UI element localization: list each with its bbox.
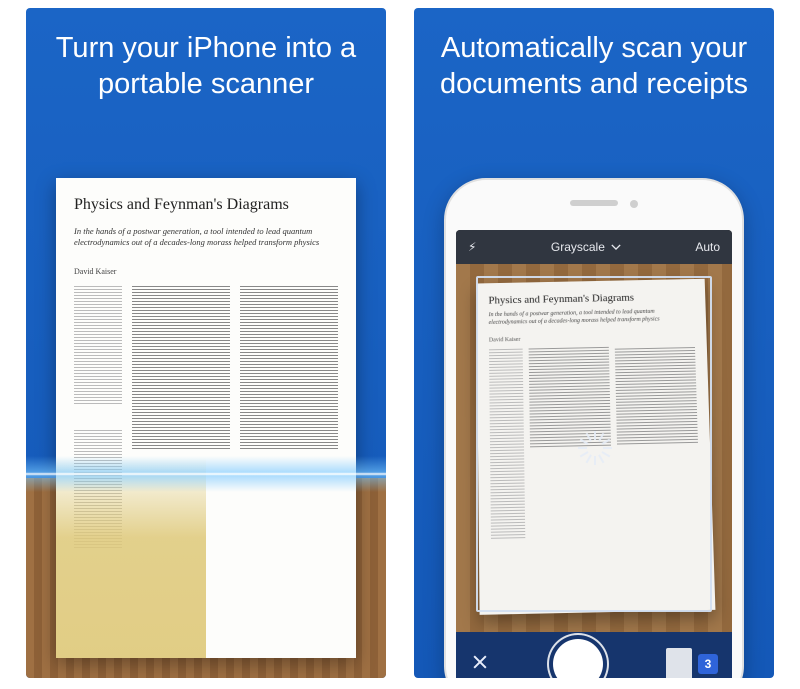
vf-doc-lede: In the hands of a postwar generation, a … bbox=[489, 308, 695, 327]
doc-title: Physics and Feynman's Diagrams bbox=[74, 196, 338, 214]
color-mode-label: Grayscale bbox=[551, 240, 605, 254]
headline-1: Turn your iPhone into a portable scanner bbox=[26, 8, 386, 121]
doc-lede: In the hands of a postwar generation, a … bbox=[74, 226, 338, 249]
phone-speaker bbox=[570, 200, 618, 206]
phone-screen: ⚡︎ Grayscale Auto Physics and Feynman's … bbox=[456, 230, 732, 678]
scanned-page: Physics and Feynman's Diagrams In the ha… bbox=[56, 178, 356, 658]
color-mode-selector[interactable]: Grayscale bbox=[551, 240, 621, 254]
phone-front-camera bbox=[630, 200, 638, 208]
shutter-button[interactable] bbox=[553, 639, 603, 678]
doc-byline: David Kaiser bbox=[74, 267, 338, 276]
vf-doc-title: Physics and Feynman's Diagrams bbox=[488, 291, 693, 307]
promo-slide-1: Turn your iPhone into a portable scanner… bbox=[26, 8, 386, 678]
chevron-down-icon bbox=[611, 244, 621, 250]
scan-stack-button[interactable]: 3 bbox=[666, 648, 718, 678]
scanner-top-bar: ⚡︎ Grayscale Auto bbox=[456, 230, 732, 264]
last-scan-thumbnail bbox=[666, 648, 692, 678]
auto-capture-toggle[interactable]: Auto bbox=[695, 240, 720, 254]
scanner-bottom-bar: 3 bbox=[456, 632, 732, 678]
camera-viewfinder: Physics and Feynman's Diagrams In the ha… bbox=[456, 264, 732, 632]
iphone-frame: ⚡︎ Grayscale Auto Physics and Feynman's … bbox=[444, 178, 744, 678]
loading-spinner-icon bbox=[577, 431, 611, 465]
flash-toggle[interactable]: ⚡︎ bbox=[468, 240, 476, 254]
headline-2: Automatically scan your documents and re… bbox=[414, 8, 774, 121]
promo-slide-2: Automatically scan your documents and re… bbox=[414, 8, 774, 678]
scan-count-badge: 3 bbox=[698, 654, 718, 674]
vf-doc-byline: David Kaiser bbox=[489, 333, 695, 343]
doc-body-columns bbox=[74, 286, 338, 550]
cancel-button[interactable] bbox=[470, 652, 490, 677]
close-icon bbox=[470, 652, 490, 672]
